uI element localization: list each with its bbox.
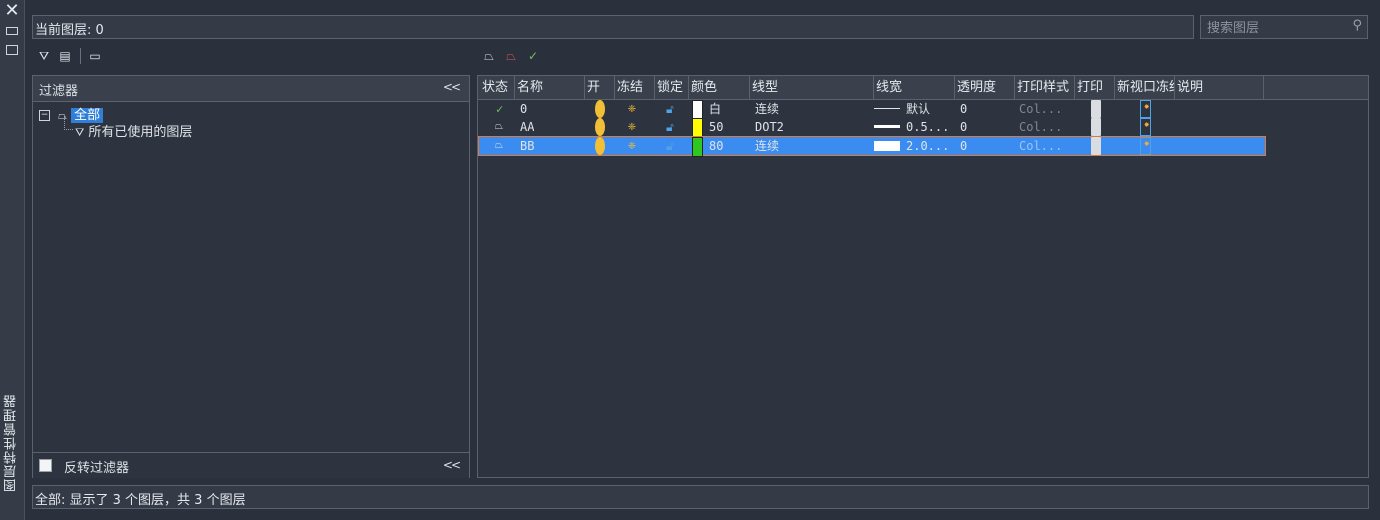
transparency-value[interactable]: 0 (960, 118, 967, 136)
status-text: 全部: 显示了 3 个图层，共 3 个图层 (35, 493, 246, 508)
col-lineweight[interactable]: 线宽 (874, 76, 955, 99)
layer-name[interactable]: 0 (520, 100, 527, 118)
filter-panel-header: 过滤器 << (33, 76, 469, 102)
new-viewport-freeze-icon[interactable] (1140, 118, 1151, 136)
layer-icon: ⏢ (495, 140, 503, 151)
unlock-icon[interactable]: 🔓︎ (666, 100, 674, 118)
tree-collapse-icon[interactable]: − (39, 110, 50, 121)
lineweight-value[interactable]: 0.5... (906, 118, 949, 136)
col-transparency[interactable]: 透明度 (955, 76, 1015, 99)
tree-connector (64, 116, 73, 130)
linetype-name[interactable]: 连续 (755, 137, 779, 155)
lineweight-value[interactable]: 默认 (906, 100, 930, 118)
lightbulb-on-icon[interactable] (595, 118, 605, 136)
linetype-name[interactable]: DOT2 (755, 118, 784, 136)
search-box[interactable]: ⚲ (1200, 15, 1368, 39)
invert-filter-label: 反转过滤器 (64, 461, 130, 476)
palette-sidebar: ✕ 图层特性管理器 (0, 0, 25, 520)
autohide-icon[interactable] (6, 27, 18, 35)
unlock-icon[interactable]: 🔓︎ (666, 137, 674, 155)
invert-filter-bar: 反转过滤器 << (33, 452, 469, 478)
lightbulb-on-icon[interactable] (595, 100, 605, 118)
new-layer-icon[interactable]: ⏢ (480, 48, 498, 64)
col-freeze[interactable]: 冻结 (615, 76, 655, 99)
search-icon[interactable]: ⚲ (1352, 18, 1362, 33)
thaw-sun-icon[interactable]: ❈ (628, 137, 636, 155)
collapse-filter-button[interactable]: << (443, 80, 461, 94)
printer-icon[interactable] (1091, 118, 1101, 136)
printer-icon[interactable] (1091, 100, 1101, 118)
current-status-icon: ✓ (496, 102, 504, 116)
thaw-sun-icon[interactable]: ❈ (628, 118, 636, 136)
lineweight-value[interactable]: 2.0... (906, 137, 949, 155)
col-plot-style[interactable]: 打印样式 (1015, 76, 1075, 99)
close-icon[interactable]: ✕ (4, 2, 20, 20)
properties-icon[interactable] (6, 45, 18, 55)
new-viewport-freeze-icon[interactable] (1140, 137, 1151, 155)
plot-style-value: Col... (1019, 139, 1063, 153)
transparency-value[interactable]: 0 (960, 100, 967, 118)
palette-title: 图层特性管理器 (4, 394, 19, 492)
thaw-sun-icon[interactable]: ❈ (628, 100, 636, 118)
col-linetype[interactable]: 线型 (750, 76, 874, 99)
search-input[interactable] (1205, 18, 1347, 38)
new-property-filter-icon[interactable]: ⛛ (35, 48, 53, 64)
delete-layer-icon[interactable]: ⏢ (502, 48, 520, 64)
toolbar-divider (80, 48, 81, 64)
lineweight-sample (874, 125, 900, 128)
col-color[interactable]: 颜色 (689, 76, 750, 99)
col-plot[interactable]: 打印 (1075, 76, 1115, 99)
color-swatch[interactable] (692, 137, 703, 157)
invert-filter-checkbox[interactable] (39, 459, 52, 472)
layer-name[interactable]: AA (520, 118, 534, 136)
col-on[interactable]: 开 (585, 76, 615, 99)
transparency-value[interactable]: 0 (960, 137, 967, 155)
new-group-filter-icon[interactable]: ▤ (56, 48, 74, 64)
filter-panel: 过滤器 << − ⏢ 全部 ⛛ 所有已使用的图层 反转过滤器 << (32, 75, 470, 478)
color-name[interactable]: 80 (709, 137, 723, 155)
set-current-icon[interactable]: ✓ (524, 48, 542, 64)
color-swatch[interactable] (692, 118, 703, 138)
layer-icon: ⏢ (495, 121, 503, 132)
linetype-name[interactable]: 连续 (755, 100, 779, 118)
layer-name[interactable]: BB (520, 137, 534, 155)
lineweight-sample (874, 141, 900, 151)
plot-style-value: Col... (1019, 102, 1063, 116)
new-viewport-freeze-icon[interactable] (1140, 100, 1151, 118)
invert-collapse-button[interactable]: << (443, 458, 461, 472)
col-name[interactable]: 名称 (515, 76, 585, 99)
layer-list-panel: 状态 名称 开 冻结 锁定 颜色 线型 线宽 透明度 打印样式 打印 新视口冻结… (477, 75, 1369, 478)
status-bar: 全部: 显示了 3 个图层，共 3 个图层 (32, 485, 1369, 509)
col-lock[interactable]: 锁定 (655, 76, 689, 99)
col-status[interactable]: 状态 (480, 76, 515, 99)
lineweight-sample (874, 108, 900, 109)
layer-row-selected[interactable]: ⏢ BB ❈ 🔓︎ 80 连续 2.0... 0 Col... (478, 136, 1266, 157)
printer-icon[interactable] (1091, 137, 1101, 155)
color-name[interactable]: 50 (709, 118, 723, 136)
tree-node-used-label[interactable]: 所有已使用的图层 (88, 125, 192, 140)
layer-table-header: 状态 名称 开 冻结 锁定 颜色 线型 线宽 透明度 打印样式 打印 新视口冻结… (478, 76, 1368, 100)
current-layer-bar: 当前图层: 0 (32, 15, 1194, 39)
plot-style-value: Col... (1019, 120, 1063, 134)
lightbulb-on-icon[interactable] (595, 137, 605, 155)
filter-used-icon: ⛛ (75, 126, 85, 139)
col-description[interactable]: 说明 (1175, 76, 1264, 99)
filter-panel-title: 过滤器 (39, 84, 79, 99)
layer-row[interactable]: ⏢ AA ❈ 🔓︎ 50 DOT2 0.5... 0 Col... (478, 118, 1264, 138)
current-layer-label: 当前图层: 0 (35, 23, 104, 38)
col-vp-freeze[interactable]: 新视口冻结 (1115, 76, 1175, 99)
layer-row[interactable]: ✓ 0 ❈ 🔓︎ 白 连续 默认 0 Col... (478, 100, 1264, 120)
tree-node-used[interactable]: ⛛ 所有已使用的图层 (75, 121, 192, 140)
layer-states-icon[interactable]: ▭ (86, 48, 104, 64)
unlock-icon[interactable]: 🔓︎ (666, 118, 674, 136)
color-name[interactable]: 白 (709, 100, 721, 118)
color-swatch[interactable] (692, 100, 703, 120)
